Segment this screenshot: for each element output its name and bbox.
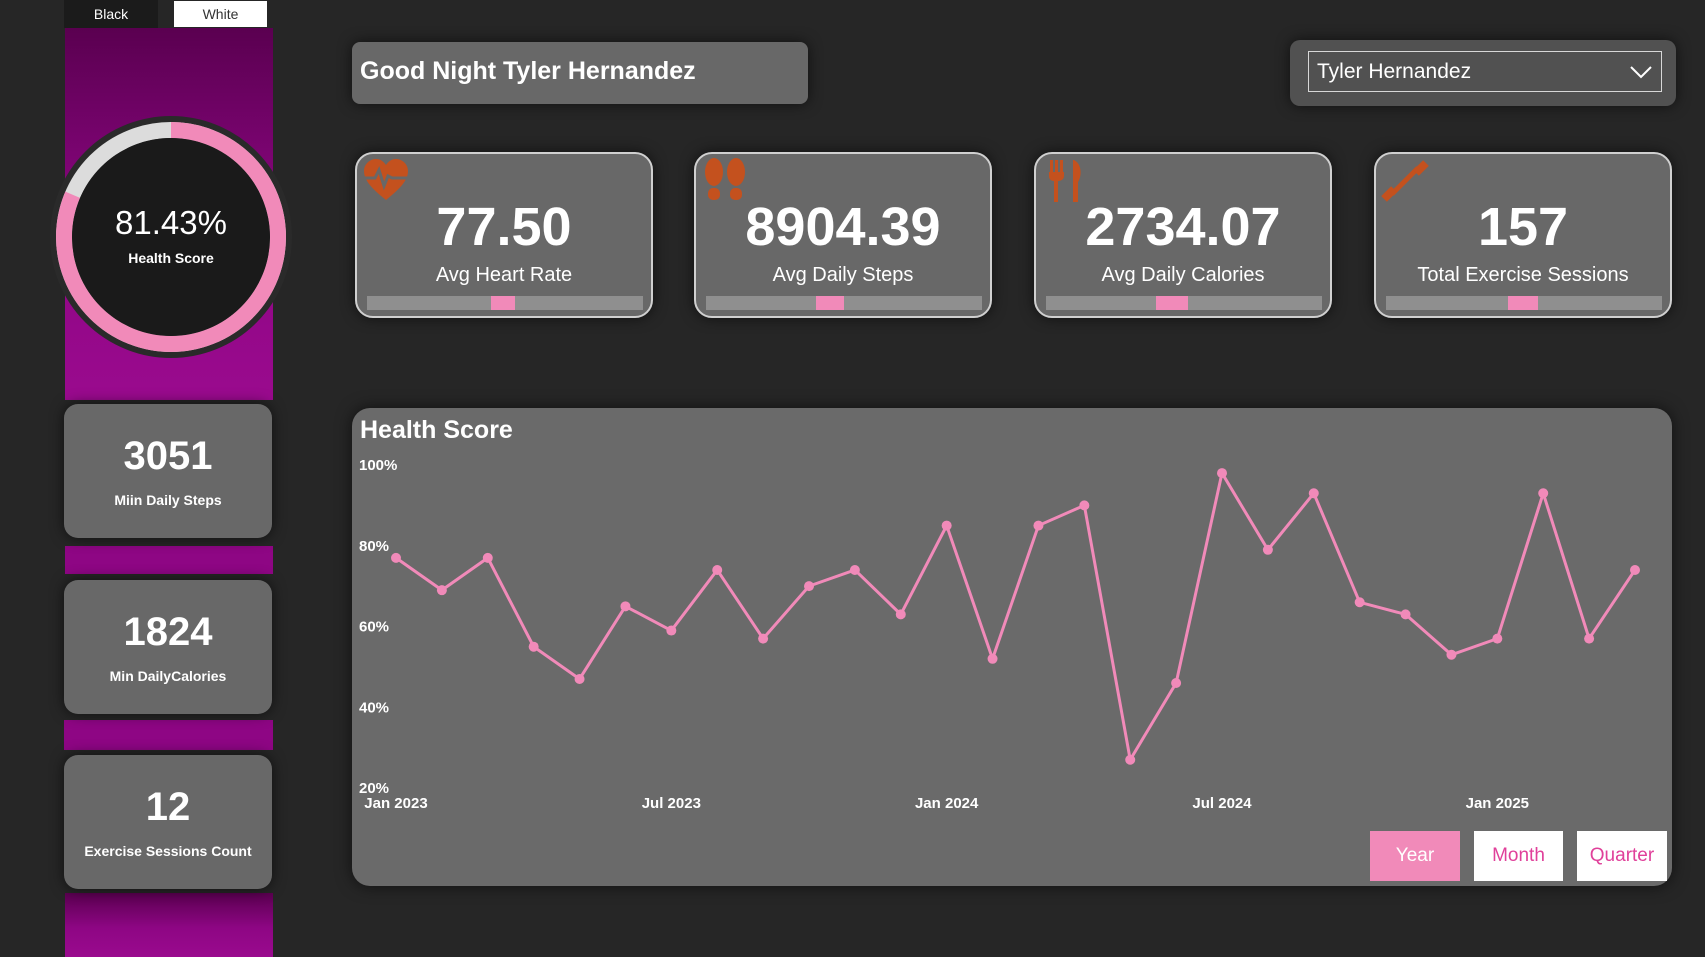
data-point[interactable] <box>666 625 677 636</box>
exercise-sessions-count-label: Exercise Sessions Count <box>84 843 252 859</box>
data-point[interactable] <box>436 585 447 596</box>
theme-white-button[interactable]: White <box>174 1 267 27</box>
data-point[interactable] <box>1354 597 1365 608</box>
health-score-gauge: 81.43% Health Score <box>46 112 296 362</box>
avg-heart-rate-value: 77.50 <box>436 197 572 257</box>
x-tick-label: Jan 2023 <box>364 795 427 812</box>
data-point[interactable] <box>1171 678 1182 689</box>
min-daily-calories-label: Min DailyCalories <box>109 668 227 684</box>
data-point[interactable] <box>1262 544 1273 555</box>
chevron-down-icon <box>1630 66 1652 79</box>
health-score-value: 81.43% <box>115 204 227 241</box>
y-tick-label: 60% <box>359 619 389 636</box>
data-point[interactable] <box>1308 488 1319 499</box>
min-daily-steps-label: Miin Daily Steps <box>114 492 222 508</box>
sidebar-accent-bottom <box>65 893 273 957</box>
data-point[interactable] <box>804 581 814 592</box>
min-daily-steps-value: 3051 <box>123 434 213 478</box>
x-tick-label: Jul 2023 <box>642 795 701 812</box>
y-tick-label: 40% <box>359 699 389 716</box>
kpi-indicator <box>1156 296 1188 310</box>
data-point[interactable] <box>1630 564 1640 575</box>
data-point[interactable] <box>1217 468 1227 479</box>
user-dropdown[interactable]: Tyler Hernandez <box>1308 51 1662 92</box>
exercise-sessions-count-value: 12 <box>145 785 191 829</box>
exercise-sessions-count-card: 12 Exercise Sessions Count <box>64 755 272 889</box>
total-exercise-sessions-card: 157 Total Exercise Sessions <box>1374 152 1672 318</box>
health-score-line-chart: 100%80%60%40%20% Jan 2023 Jul 2023 Jan 202… <box>359 457 1640 812</box>
avg-daily-calories-label: Avg Daily Calories <box>1101 264 1265 286</box>
user-slicer: Tyler Hernandez <box>1290 40 1676 106</box>
kpi-indicator-track <box>367 296 643 310</box>
data-point[interactable] <box>1125 754 1136 765</box>
health-score-chart-panel: 100% 80% 60% 40% 20% Jan 2023 Jul 2023 Jan 202… <box>352 408 1672 886</box>
avg-heart-rate-label: Avg Heart Rate <box>435 264 573 286</box>
user-dropdown-value: Tyler Hernandez <box>1317 60 1472 83</box>
kpi-indicator-track <box>706 296 982 310</box>
avg-daily-steps-label: Avg Daily Steps <box>772 264 914 286</box>
x-tick-label: Jan 2024 <box>915 795 979 812</box>
data-point[interactable] <box>758 633 769 644</box>
data-point[interactable] <box>1400 609 1411 620</box>
min-daily-calories-value: 1824 <box>123 610 213 654</box>
theme-black-button[interactable]: Black <box>64 0 158 28</box>
sidebar-accent-divider <box>65 546 273 574</box>
min-daily-steps-card: 3051 Miin Daily Steps <box>64 404 272 538</box>
data-point[interactable] <box>1079 500 1090 511</box>
total-exercise-sessions-value: 157 <box>1477 197 1569 257</box>
data-point[interactable] <box>895 609 906 620</box>
avg-heart-rate-card: 77.50 Avg Heart Rate <box>355 152 653 318</box>
avg-daily-steps-value: 8904.39 <box>745 197 941 257</box>
health-score-label: Health Score <box>128 250 214 266</box>
avg-daily-steps-card: 8904.39 Avg Daily Steps <box>694 152 992 318</box>
data-point[interactable] <box>1584 633 1595 644</box>
kpi-indicator <box>491 296 515 310</box>
kpi-indicator-track <box>1386 296 1662 310</box>
data-point[interactable] <box>482 552 493 563</box>
greeting-banner: Good Night Tyler Hernandez <box>352 42 808 104</box>
y-tick-label: 100% <box>359 457 397 474</box>
data-point[interactable] <box>1033 520 1044 531</box>
data-point[interactable] <box>987 653 998 664</box>
kpi-indicator <box>816 296 844 310</box>
data-point[interactable] <box>1492 633 1503 644</box>
period-quarter-button[interactable]: Quarter <box>1577 831 1667 881</box>
data-point[interactable] <box>391 552 401 563</box>
data-point[interactable] <box>941 520 952 531</box>
data-point[interactable] <box>620 601 631 612</box>
kpi-indicator-track <box>1046 296 1322 310</box>
data-point[interactable] <box>1538 488 1549 499</box>
data-point[interactable] <box>712 564 723 575</box>
x-tick-label: Jul 2024 <box>1192 795 1252 812</box>
x-tick-label: Jan 2025 <box>1466 795 1529 812</box>
min-daily-calories-card: 1824 Min DailyCalories <box>64 580 272 714</box>
series-line <box>395 469 1637 764</box>
sidebar-accent-divider <box>64 720 273 750</box>
data-point[interactable] <box>574 673 585 684</box>
y-tick-label: 80% <box>359 538 389 555</box>
kpi-indicator <box>1508 296 1538 310</box>
total-exercise-sessions-label: Total Exercise Sessions <box>1417 264 1629 286</box>
period-month-button[interactable]: Month <box>1474 831 1563 881</box>
data-point[interactable] <box>849 564 860 575</box>
data-point[interactable] <box>1446 649 1457 660</box>
data-point[interactable] <box>528 641 539 652</box>
period-year-button[interactable]: Year <box>1370 831 1460 881</box>
avg-daily-calories-value: 2734.07 <box>1085 197 1281 257</box>
chart-title: Health Score <box>360 416 513 444</box>
avg-daily-calories-card: 2734.07 Avg Daily Calories <box>1034 152 1332 318</box>
